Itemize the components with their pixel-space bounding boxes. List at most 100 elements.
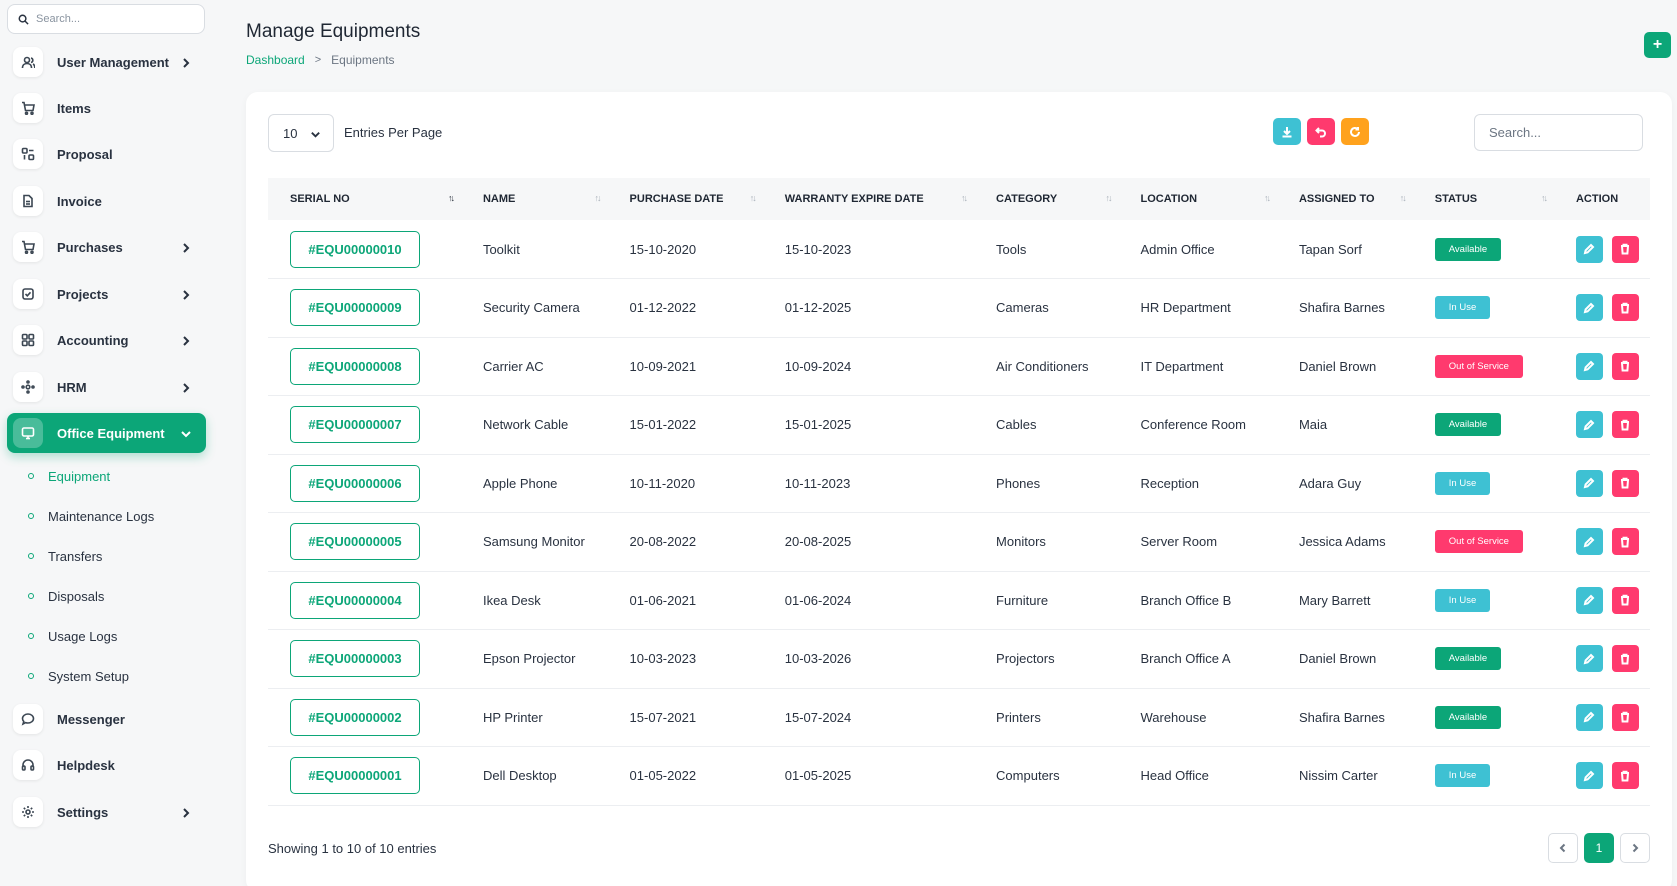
column-header-assigned-to[interactable]: ASSIGNED TO ↑↓: [1277, 178, 1413, 220]
sidebar-item-proposal[interactable]: Proposal: [7, 134, 206, 174]
chevron-right-icon: [180, 56, 192, 68]
edit-button[interactable]: [1575, 703, 1603, 731]
action-cell: [1554, 220, 1650, 279]
delete-button[interactable]: [1611, 645, 1639, 673]
edit-button[interactable]: [1575, 528, 1603, 556]
category-cell: Tools: [996, 241, 1027, 257]
pencil-icon: [1584, 302, 1595, 314]
edit-button[interactable]: [1575, 762, 1603, 790]
breadcrumb: Dashboard > Equipments: [246, 53, 395, 67]
sidebar-item-invoice[interactable]: Invoice: [7, 181, 206, 221]
grid-icon: [13, 325, 43, 355]
sidebar-item-helpdesk[interactable]: Helpdesk: [7, 745, 206, 785]
sidebar-subitem-maintenance-logs[interactable]: Maintenance Logs: [28, 505, 154, 527]
chevron-right-icon: [180, 806, 192, 818]
edit-button[interactable]: [1575, 645, 1603, 673]
delete-button[interactable]: [1611, 469, 1639, 497]
refresh-button[interactable]: [1341, 118, 1369, 145]
serial-link[interactable]: #EQU00000002: [290, 698, 420, 736]
column-header-label: STATUS: [1434, 193, 1478, 205]
trash-icon: [1621, 302, 1630, 314]
serial-link[interactable]: #EQU00000008: [290, 347, 420, 385]
edit-button[interactable]: [1575, 586, 1603, 614]
category-cell: Phones: [996, 475, 1041, 491]
edit-button[interactable]: [1575, 352, 1603, 380]
serial-cell: #EQU00000004: [268, 571, 461, 630]
sidebar-item-purchases[interactable]: Purchases: [7, 227, 206, 267]
prev-page-button[interactable]: [1548, 833, 1578, 863]
delete-button[interactable]: [1611, 235, 1639, 263]
purchase-date-cell: 01-06-2021: [629, 592, 697, 608]
serial-link[interactable]: #EQU00000006: [290, 464, 420, 502]
sidebar-item-items[interactable]: Items: [7, 88, 206, 128]
column-header-location[interactable]: LOCATION ↑↓: [1118, 178, 1276, 220]
sidebar-subitem-transfers[interactable]: Transfers: [28, 545, 102, 567]
serial-link[interactable]: #EQU00000005: [290, 523, 420, 561]
sidebar-item-user-management[interactable]: User Management: [7, 42, 206, 82]
status-badge: In Use: [1434, 764, 1491, 788]
category-cell: Furniture: [996, 592, 1049, 608]
serial-link[interactable]: #EQU00000003: [290, 640, 420, 678]
status-cell: In Use: [1413, 747, 1554, 806]
trash-icon: [1621, 770, 1630, 782]
edit-button[interactable]: [1575, 469, 1603, 497]
column-header-label: WARRANTY EXPIRE DATE: [784, 193, 924, 205]
sidebar-item-hrm[interactable]: HRM: [7, 367, 206, 407]
serial-link[interactable]: #EQU00000010: [290, 230, 420, 268]
equipment-table: SERIAL NO ↑↓ NAME ↑↓ PURCHASE DATE ↑↓ WARRANTY…: [268, 178, 1650, 806]
sidebar-item-office-equipment[interactable]: Office Equipment: [7, 413, 206, 453]
delete-button[interactable]: [1611, 294, 1639, 322]
category-cell: Cameras: [996, 300, 1049, 316]
sidebar-item-messenger[interactable]: Messenger: [7, 699, 206, 739]
sidebar-subitem-usage-logs[interactable]: Usage Logs: [28, 625, 117, 647]
sidebar-item-accounting[interactable]: Accounting: [7, 320, 206, 360]
status-badge: In Use: [1434, 588, 1491, 612]
column-header-name[interactable]: NAME ↑↓: [461, 178, 608, 220]
delete-button[interactable]: [1611, 762, 1639, 790]
action-cell: [1554, 513, 1650, 572]
breadcrumb-dashboard-link[interactable]: Dashboard: [246, 53, 305, 67]
delete-button[interactable]: [1611, 703, 1639, 731]
entries-per-page-select[interactable]: 10: [268, 114, 334, 152]
sidebar-search-input[interactable]: [36, 13, 186, 25]
sidebar-subitem-equipment[interactable]: Equipment: [28, 465, 110, 487]
sidebar-subitem-disposals[interactable]: Disposals: [28, 585, 104, 607]
column-header-status[interactable]: STATUS ↑↓: [1413, 178, 1554, 220]
sidebar-item-projects[interactable]: Projects: [7, 274, 206, 314]
action-buttons: [1575, 645, 1650, 673]
name-cell: Carrier AC: [482, 358, 544, 374]
serial-link[interactable]: #EQU00000001: [290, 757, 420, 795]
action-cell: [1554, 337, 1650, 396]
column-header-purchase-date[interactable]: PURCHASE DATE ↑↓: [608, 178, 763, 220]
add-equipment-button[interactable]: +: [1644, 32, 1671, 58]
delete-button[interactable]: [1611, 352, 1639, 380]
column-header-label: PURCHASE DATE: [629, 193, 724, 205]
assigned-to-cell: Shafira Barnes: [1298, 300, 1385, 316]
edit-button[interactable]: [1575, 235, 1603, 263]
sidebar-search[interactable]: [7, 4, 205, 34]
page-1-button[interactable]: 1: [1584, 833, 1614, 863]
serial-link[interactable]: #EQU00000004: [290, 581, 420, 619]
column-header-action: ACTION: [1554, 178, 1650, 220]
next-page-button[interactable]: [1620, 833, 1650, 863]
serial-link[interactable]: #EQU00000007: [290, 406, 420, 444]
undo-button[interactable]: [1307, 118, 1335, 145]
edit-button[interactable]: [1575, 411, 1603, 439]
table-row: #EQU00000005 Samsung Monitor 20-08-2022 20-…: [268, 513, 1650, 572]
delete-button[interactable]: [1611, 586, 1639, 614]
column-header-warranty-expire-date[interactable]: WARRANTY EXPIRE DATE ↑↓: [763, 178, 974, 220]
sidebar-item-settings[interactable]: Settings: [7, 792, 206, 832]
sidebar-subitem-system-setup[interactable]: System Setup: [28, 665, 129, 687]
serial-link[interactable]: #EQU00000009: [290, 289, 420, 327]
delete-button[interactable]: [1611, 528, 1639, 556]
column-header-category[interactable]: CATEGORY ↑↓: [974, 178, 1118, 220]
download-button[interactable]: [1273, 118, 1301, 145]
column-header-serial-no[interactable]: SERIAL NO ↑↓: [268, 178, 461, 220]
warranty-date-cell: 10-09-2024: [784, 358, 852, 374]
assigned-to-cell: Nissim Carter: [1298, 768, 1378, 784]
warranty-date-cell: 10-03-2026: [784, 651, 852, 667]
status-badge: Out of Service: [1434, 530, 1523, 554]
delete-button[interactable]: [1611, 411, 1639, 439]
table-search-input[interactable]: [1474, 114, 1643, 151]
edit-button[interactable]: [1575, 294, 1603, 322]
